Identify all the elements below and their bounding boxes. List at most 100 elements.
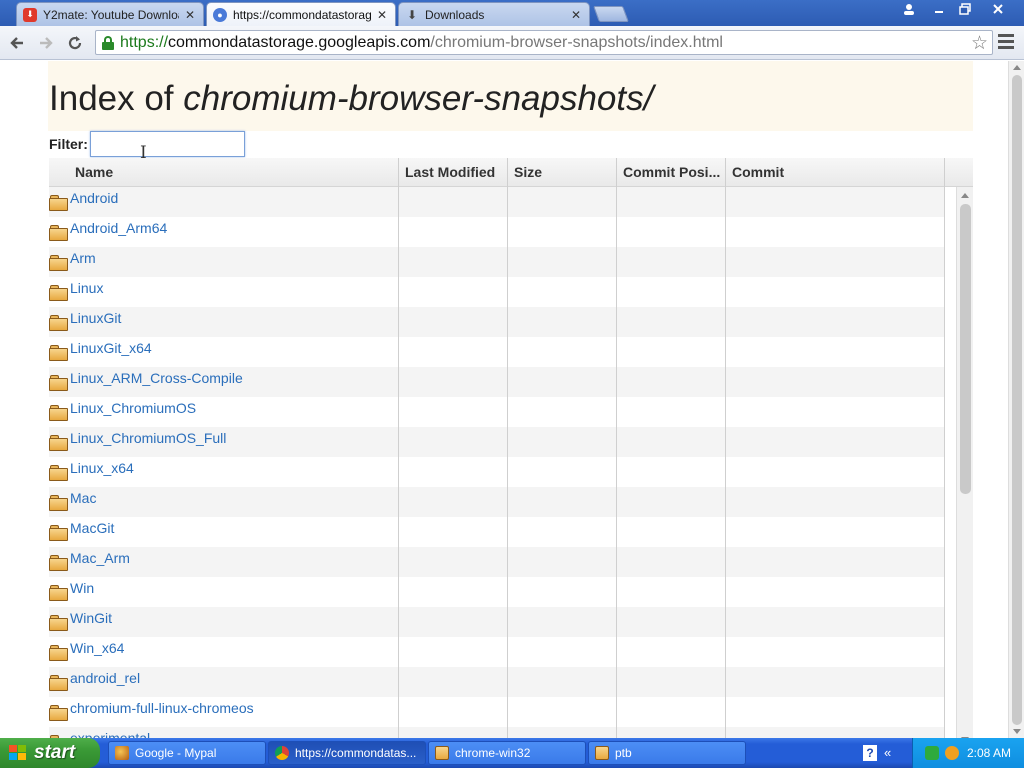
column-header-last-modified[interactable]: Last Modified: [398, 158, 507, 187]
tab-y2mate[interactable]: ⬇ Y2mate: Youtube Downloade ✕: [16, 2, 204, 26]
taskbar-item-chrome[interactable]: https://commondatas...: [268, 741, 426, 765]
table-row[interactable]: Linux_ChromiumOS_Full: [49, 427, 944, 457]
folder-link[interactable]: Android: [70, 190, 118, 206]
table-row[interactable]: LinuxGit: [49, 307, 944, 337]
table-row[interactable]: LinuxGit_x64: [49, 337, 944, 367]
windows-logo-icon: [9, 745, 27, 761]
folder-icon: [49, 375, 69, 391]
file-grid: Name Last Modified Size Commit Posi... C…: [49, 158, 973, 738]
column-header-size[interactable]: Size: [507, 158, 616, 187]
table-row[interactable]: Win: [49, 577, 944, 607]
table-row[interactable]: android_rel: [49, 667, 944, 697]
table-row[interactable]: Mac: [49, 487, 944, 517]
tab-label: Downloads: [425, 7, 485, 22]
folder-icon: [49, 345, 69, 361]
column-header-commit-position[interactable]: Commit Posi...: [616, 158, 725, 187]
taskbar-item-label: https://commondatas...: [295, 746, 417, 760]
restore-icon[interactable]: [952, 0, 978, 18]
chrome-menu-icon[interactable]: [998, 34, 1014, 50]
scroll-up-icon[interactable]: [961, 193, 969, 198]
table-row[interactable]: Mac_Arm: [49, 547, 944, 577]
profile-icon[interactable]: [896, 0, 922, 18]
folder-link[interactable]: experimental: [70, 730, 150, 738]
minimize-icon[interactable]: [926, 0, 952, 18]
close-tab-icon[interactable]: ✕: [571, 8, 581, 22]
new-tab-button[interactable]: [593, 6, 629, 22]
folder-icon: [435, 746, 449, 760]
bookmark-star-icon[interactable]: ☆: [971, 32, 988, 55]
folder-link[interactable]: Mac: [70, 490, 96, 506]
chrome-icon: [275, 746, 289, 760]
address-bar[interactable]: https://commondatastorage.googleapis.com…: [95, 30, 993, 55]
table-row[interactable]: MacGit: [49, 517, 944, 547]
folder-link[interactable]: Mac_Arm: [70, 550, 130, 566]
filter-label: Filter:: [49, 136, 88, 152]
folder-link[interactable]: Android_Arm64: [70, 220, 167, 236]
back-button[interactable]: [6, 32, 28, 54]
close-tab-icon[interactable]: ✕: [377, 8, 387, 22]
folder-icon: [49, 645, 69, 661]
forward-arrow-icon: [40, 37, 53, 49]
tab-downloads[interactable]: ⬇ Downloads ✕: [398, 2, 590, 26]
taskbar-item-mypal[interactable]: Google - Mypal: [108, 741, 266, 765]
folder-link[interactable]: Linux: [70, 280, 103, 296]
table-row[interactable]: Linux_ARM_Cross-Compile: [49, 367, 944, 397]
help-icon[interactable]: ?: [863, 745, 877, 761]
table-row[interactable]: Linux_x64: [49, 457, 944, 487]
tab-strip: ⬇ Y2mate: Youtube Downloade ✕ ● https://…: [0, 0, 1024, 26]
table-row[interactable]: chromium-full-linux-chromeos: [49, 697, 944, 727]
folder-link[interactable]: Linux_ARM_Cross-Compile: [70, 370, 243, 386]
table-row[interactable]: WinGit: [49, 607, 944, 637]
folder-link[interactable]: Linux_x64: [70, 460, 134, 476]
forward-button[interactable]: [35, 32, 57, 54]
column-header-commit[interactable]: Commit: [725, 158, 944, 187]
tab-commondatastorage[interactable]: ● https://commondatastorage ✕: [206, 2, 396, 26]
column-divider: [944, 158, 945, 738]
folder-icon: [49, 255, 69, 271]
table-row[interactable]: Android_Arm64: [49, 217, 944, 247]
close-tab-icon[interactable]: ✕: [185, 8, 195, 22]
search-icon[interactable]: [945, 746, 959, 760]
folder-link[interactable]: WinGit: [70, 610, 112, 626]
column-divider: [725, 158, 726, 738]
folder-link[interactable]: LinuxGit: [70, 310, 121, 326]
close-window-icon[interactable]: [984, 0, 1012, 18]
tab-label: Y2mate: Youtube Downloade: [43, 7, 179, 22]
table-row[interactable]: experimental: [49, 727, 944, 738]
grid-scroll-thumb[interactable]: [960, 204, 971, 494]
folder-link[interactable]: Linux_ChromiumOS: [70, 400, 196, 416]
folder-icon: [49, 195, 69, 211]
start-button[interactable]: start: [0, 738, 100, 768]
column-header-name[interactable]: Name: [69, 158, 398, 187]
filter-input[interactable]: [90, 131, 245, 157]
page-scrollbar[interactable]: [1008, 61, 1024, 738]
folder-link[interactable]: Arm: [70, 250, 96, 266]
url-path: /chromium-browser-snapshots/index.html: [430, 33, 723, 51]
folder-icon: [49, 225, 69, 241]
scroll-up-icon[interactable]: [1013, 65, 1021, 70]
folder-link[interactable]: LinuxGit_x64: [70, 340, 152, 356]
folder-link[interactable]: android_rel: [70, 670, 140, 686]
folder-icon: [49, 615, 69, 631]
table-row[interactable]: Linux_ChromiumOS: [49, 397, 944, 427]
page-scroll-thumb[interactable]: [1012, 75, 1022, 725]
reload-button[interactable]: [64, 32, 86, 54]
table-row[interactable]: Arm: [49, 247, 944, 277]
grid-scrollbar[interactable]: [956, 187, 973, 738]
network-icon[interactable]: [925, 746, 939, 760]
folder-link[interactable]: Linux_ChromiumOS_Full: [70, 430, 226, 446]
table-row[interactable]: Android: [49, 187, 944, 217]
taskbar-item-chrome-win32[interactable]: chrome-win32: [428, 741, 586, 765]
folder-icon: [49, 555, 69, 571]
folder-link[interactable]: Win: [70, 580, 94, 596]
scroll-down-icon[interactable]: [1013, 729, 1021, 734]
taskbar-item-ptb[interactable]: ptb: [588, 741, 746, 765]
folder-link[interactable]: MacGit: [70, 520, 114, 536]
chevron-icon[interactable]: «: [884, 745, 891, 760]
folder-link[interactable]: chromium-full-linux-chromeos: [70, 700, 254, 716]
clock[interactable]: 2:08 AM: [967, 746, 1011, 760]
folder-link[interactable]: Win_x64: [70, 640, 124, 656]
table-row[interactable]: Linux: [49, 277, 944, 307]
url-host: commondatastorage.googleapis.com: [168, 33, 431, 51]
table-row[interactable]: Win_x64: [49, 637, 944, 667]
